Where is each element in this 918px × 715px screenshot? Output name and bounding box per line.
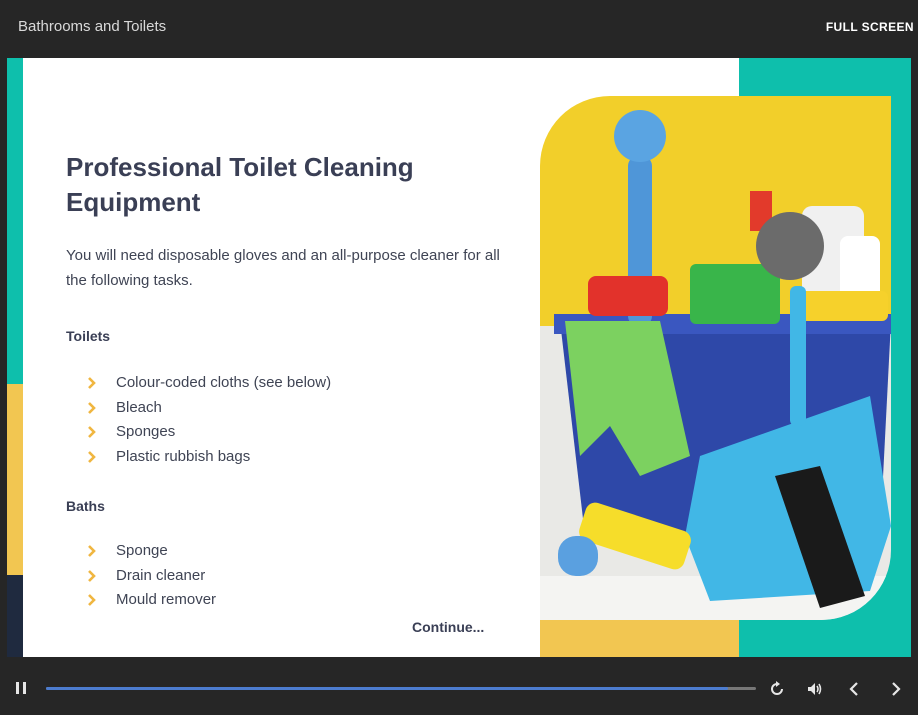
cleaning-supplies-image <box>540 96 891 620</box>
chevron-right-icon <box>88 377 96 389</box>
list-item-label: Bleach <box>116 398 162 416</box>
slide-title: Professional Toilet Cleaning Equipment <box>66 152 414 217</box>
player-controls <box>0 657 918 715</box>
list-item: Sponge <box>86 539 216 564</box>
baths-list: Sponge Drain cleaner Mould remover <box>86 539 216 613</box>
slide-stage: Professional Toilet Cleaning Equipment Y… <box>7 58 911 657</box>
list-item-label: Sponges <box>116 423 176 441</box>
chevron-right-icon <box>88 569 96 582</box>
pause-icon[interactable] <box>14 681 28 695</box>
toilets-list: Colour-coded cloths (see below) Bleach S… <box>86 371 331 469</box>
decorative-stripe-navy <box>7 575 23 657</box>
section-heading-baths: Baths <box>66 498 105 514</box>
list-item-label: Plastic rubbish bags <box>116 447 251 465</box>
section-heading-toilets: Toilets <box>66 328 111 344</box>
decorative-stripe-yellow <box>7 384 23 575</box>
progress-fill <box>46 687 728 690</box>
list-item: Bleach <box>86 396 331 421</box>
list-item: Plastic rubbish bags <box>86 445 331 470</box>
list-item: Sponges <box>86 420 331 445</box>
continue-link[interactable]: Continue... <box>412 619 484 635</box>
list-item: Colour-coded cloths (see below) <box>86 371 331 396</box>
decorative-stripe-teal <box>7 58 23 384</box>
intro-text: You will need disposable gloves and an a… <box>66 247 500 289</box>
list-item-label: Colour-coded cloths (see below) <box>116 374 332 391</box>
list-item: Drain cleaner <box>86 564 216 589</box>
list-item-label: Drain cleaner <box>116 566 206 584</box>
chevron-right-icon <box>88 450 96 463</box>
chevron-left-icon[interactable] <box>846 680 862 698</box>
chevron-right-icon[interactable] <box>888 680 904 698</box>
chevron-right-icon <box>88 401 96 414</box>
chevron-right-icon <box>88 594 96 607</box>
chevron-right-icon <box>88 545 96 557</box>
chevron-right-icon <box>88 426 96 439</box>
course-title: Bathrooms and Toilets <box>18 18 167 35</box>
list-item-label: Mould remover <box>116 591 217 609</box>
player-window: Bathrooms and Toilets FULL SCREEN Profes… <box>0 0 918 715</box>
progress-bar[interactable] <box>46 687 756 690</box>
decorative-block-yellow <box>540 620 739 657</box>
top-bar: Bathrooms and Toilets FULL SCREEN <box>0 0 918 58</box>
list-item-label: Sponge <box>116 542 168 559</box>
volume-icon[interactable] <box>806 680 824 698</box>
fullscreen-button[interactable]: FULL SCREEN <box>826 20 914 34</box>
replay-icon[interactable] <box>768 680 786 698</box>
list-item: Mould remover <box>86 588 216 613</box>
